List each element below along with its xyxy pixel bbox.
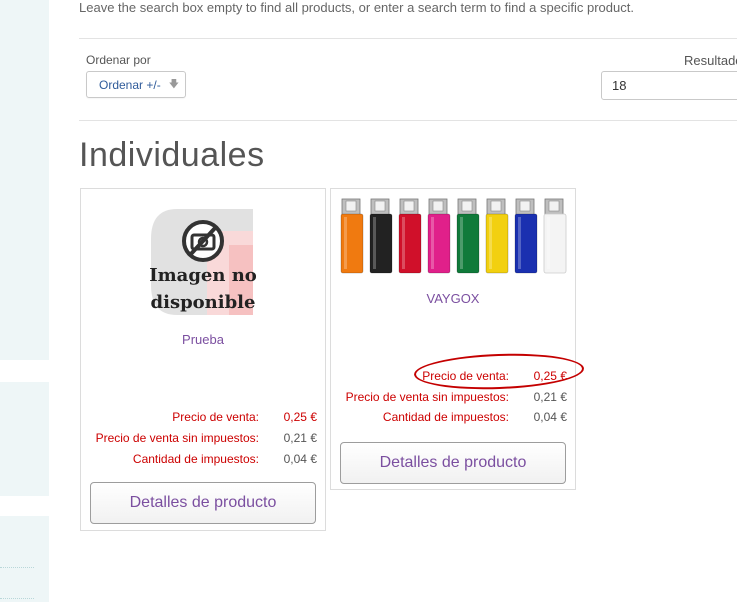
sidebar-panel [0, 516, 49, 602]
no-image-placeholder[interactable]: Imagen no disponible [147, 205, 259, 317]
price-value: 0,25 € [283, 410, 317, 424]
sidebar-divider [0, 567, 34, 568]
divider [79, 38, 737, 39]
tax-label: Cantidad de impuestos: [132, 452, 259, 466]
product-name-link[interactable]: Prueba [81, 332, 325, 347]
price-no-tax-value: 0,21 € [533, 390, 567, 404]
lighter-icon [514, 198, 538, 274]
tax-value: 0,04 € [533, 410, 567, 424]
search-hint: Leave the search box empty to find all p… [79, 0, 634, 15]
svg-text:disponible: disponible [151, 292, 256, 313]
price-no-tax-label: Precio de venta sin impuestos: [95, 431, 259, 445]
tax-label: Cantidad de impuestos: [382, 410, 509, 424]
price-row: Precio de venta: 0,25 € [172, 410, 317, 424]
sort-button-label: Ordenar +/- [99, 78, 161, 92]
price-no-tax-row: Precio de venta sin impuestos: 0,21 € [346, 390, 567, 404]
left-sidebar [0, 0, 49, 602]
sidebar-panel [0, 382, 49, 496]
lighter-icon [398, 198, 422, 274]
tax-value: 0,04 € [283, 452, 317, 466]
price-no-tax-row: Precio de venta sin impuestos: 0,21 € [96, 431, 317, 445]
product-card: VAYGOX Precio de venta: 0,25 € Precio de … [330, 188, 576, 490]
lighter-icon [456, 198, 480, 274]
lighter-icon [340, 198, 364, 274]
results-label: Resultados [684, 53, 737, 68]
sidebar-panel [0, 0, 49, 360]
product-details-button[interactable]: Detalles de producto [340, 442, 566, 484]
category-title: Individuales [79, 136, 265, 174]
product-details-button[interactable]: Detalles de producto [90, 482, 316, 524]
no-image-icon: Imagen no disponible [149, 209, 257, 315]
divider [79, 120, 737, 121]
lighter-icon [427, 198, 451, 274]
lighter-icon [485, 198, 509, 274]
product-image[interactable] [339, 197, 569, 279]
lighters-image [340, 198, 567, 274]
price-no-tax-label: Precio de venta sin impuestos: [345, 390, 509, 404]
svg-text:Imagen no: Imagen no [149, 265, 257, 286]
price-no-tax-value: 0,21 € [283, 431, 317, 445]
sort-label: Ordenar por [86, 53, 151, 67]
results-per-page-input[interactable]: 18 [601, 71, 737, 100]
tax-row: Cantidad de impuestos: 0,04 € [383, 410, 567, 424]
sort-button[interactable]: Ordenar +/- 🡇 [86, 71, 186, 98]
lighter-icon [543, 198, 567, 274]
sidebar-divider [0, 598, 34, 599]
lighter-icon [369, 198, 393, 274]
product-card: Imagen no disponible Prueba Precio de ve… [80, 188, 326, 531]
sort-arrow-icon: 🡇 [168, 79, 179, 90]
price-label: Precio de venta: [172, 410, 259, 424]
tax-row: Cantidad de impuestos: 0,04 € [133, 452, 317, 466]
product-name-link[interactable]: VAYGOX [331, 291, 575, 306]
